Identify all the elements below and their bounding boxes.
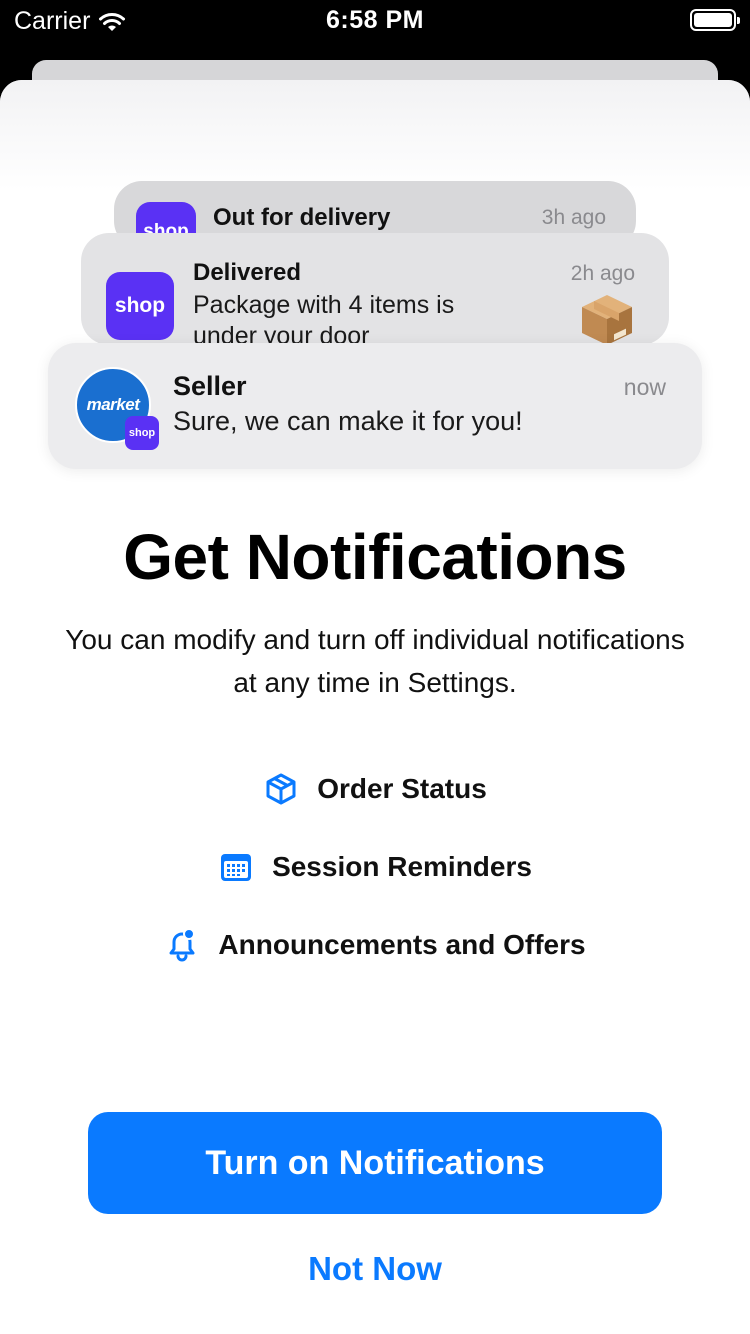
notification-body: Package with 4 items is under your door (193, 291, 455, 345)
page-subtitle: You can modify and turn off individual n… (65, 624, 685, 698)
notification-title: Out for delivery (213, 204, 391, 231)
bell-icon (164, 927, 200, 963)
clock: 6:58 PM (326, 6, 424, 34)
notification-seller: market shop Seller now Sure, we can make… (48, 343, 702, 469)
notification-body: Sure, we can make it for you! (173, 406, 523, 436)
feature-order-status: Order Status (0, 750, 750, 828)
notification-time: now (623, 374, 666, 400)
shop-app-icon: shop (106, 272, 174, 340)
feature-label: Announcements and Offers (218, 929, 586, 960)
feature-label: Order Status (317, 773, 487, 804)
feature-session-reminders: Session Reminders (0, 828, 750, 906)
notification-time: 2h ago (570, 262, 635, 285)
shop-badge-icon: shop (125, 416, 159, 450)
notification-time: 3h ago (541, 206, 606, 229)
turn-on-notifications-button[interactable]: Turn on Notifications (88, 1112, 662, 1214)
calendar-icon (218, 849, 254, 885)
feature-list: Order Status Session Reminders Announcem… (0, 750, 750, 984)
battery-level (694, 13, 732, 27)
not-now-button[interactable]: Not Now (0, 1250, 750, 1288)
package-icon (582, 295, 632, 345)
status-bar: Carrier 6:58 PM (0, 0, 750, 44)
battery-icon (690, 9, 740, 31)
box-icon (263, 771, 299, 807)
page-title: Get Notifications (123, 521, 627, 593)
feature-announcements: Announcements and Offers (0, 906, 750, 984)
notification-title: Seller (173, 371, 247, 401)
feature-label: Session Reminders (272, 851, 532, 882)
notification-title: Delivered (193, 259, 302, 286)
notification-delivered: shop Delivered 2h ago Package with 4 ite… (81, 233, 669, 345)
